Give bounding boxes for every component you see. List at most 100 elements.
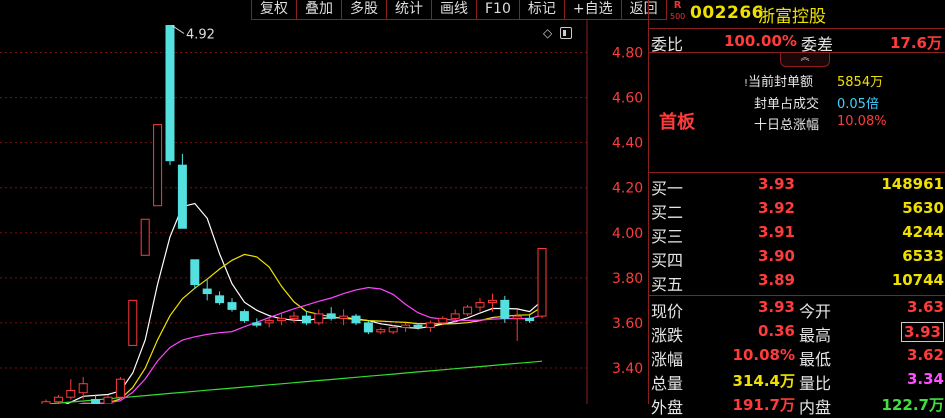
candle-body xyxy=(103,396,113,404)
stat-label: 涨幅 xyxy=(651,350,684,369)
stats-row: 总量 314.4万 量比 3.34 xyxy=(649,370,945,394)
order-book: 买一 3.93 148961 买二 3.92 5630 买三 3.91 4244 买四 3.90 65… xyxy=(649,172,945,296)
order-book-row: 买二 3.92 5630 xyxy=(649,199,945,223)
stat-label: 总量 xyxy=(651,374,684,393)
order-book-row: 买三 3.91 4244 xyxy=(649,223,945,247)
seal-amount-label: !当前封单额 xyxy=(744,75,814,90)
candle-body xyxy=(289,315,299,319)
candle-body xyxy=(252,322,262,326)
candle-body xyxy=(277,317,287,322)
candle-body xyxy=(301,315,311,324)
panel-toggle-icon[interactable] xyxy=(560,27,573,39)
candle-body xyxy=(190,259,200,286)
candle-body xyxy=(450,313,460,319)
candle-body xyxy=(413,324,423,328)
candle-body xyxy=(376,329,386,333)
ten-day-gain-label: 十日总涨幅 xyxy=(754,118,820,133)
candle-body xyxy=(401,324,411,328)
toolbar-button-0[interactable]: 复权 xyxy=(251,0,297,20)
order-price: 3.90 xyxy=(757,247,795,265)
candle-body xyxy=(128,299,138,346)
weibi-value: 100.00% xyxy=(724,32,797,50)
candle-body xyxy=(475,302,485,308)
toolbar-button-5[interactable]: F10 xyxy=(476,0,520,20)
stat-label: 外盘 xyxy=(651,398,684,417)
order-level-label: 买三 xyxy=(651,227,684,246)
r-badge-letter: R xyxy=(673,0,682,11)
candle-body xyxy=(314,313,324,324)
order-price: 3.91 xyxy=(757,223,795,241)
candle-body xyxy=(512,315,522,319)
candle-body xyxy=(177,164,187,229)
y-tick-label: 4.20 xyxy=(612,181,643,197)
stock-header: R 500 002266 浙富控股 xyxy=(649,0,945,29)
order-volume: 10744 xyxy=(891,271,944,289)
stat-value: 3.93 xyxy=(757,298,795,316)
candle-body xyxy=(351,315,361,324)
stat-value: 10.08% xyxy=(732,346,795,364)
candle-body xyxy=(339,315,349,319)
order-book-row: 买一 3.93 148961 xyxy=(649,175,945,199)
first-board-label: 首板 xyxy=(659,112,695,133)
weibi-row: 委比 100.00% 委差 17.6万 xyxy=(649,30,945,54)
toolbar-button-6[interactable]: 标记 xyxy=(518,0,565,20)
stat-value: 3.63 xyxy=(906,298,944,316)
stat-value: 191.7万 xyxy=(732,396,795,414)
candle-body xyxy=(264,320,274,324)
order-volume: 5630 xyxy=(902,199,944,217)
toolbar-button-3[interactable]: 统计 xyxy=(386,0,432,20)
kline-chart[interactable]: 4.804.604.404.204.003.803.603.403.204.92 xyxy=(0,0,648,404)
kline-chart-area[interactable]: 4.804.604.404.204.003.803.603.403.204.92… xyxy=(0,0,667,404)
chart-tool-icons: ◇ xyxy=(543,26,573,40)
order-level-label: 买四 xyxy=(651,251,684,270)
r-badge-sub: 500 xyxy=(670,12,686,21)
candle-body xyxy=(153,124,163,207)
stat-value: 0.36 xyxy=(757,322,795,340)
stat-label: 最低 xyxy=(799,350,832,369)
stat-label: 最高 xyxy=(799,326,832,345)
order-level-label: 买二 xyxy=(651,203,684,222)
stat-label: 涨跌 xyxy=(651,326,684,345)
candle-body xyxy=(115,378,125,398)
ten-day-gain-value: 10.08% xyxy=(837,114,887,129)
chart-toolbar: 复权 叠加 多股 统计 画线 F10 标记 +自选 返回 xyxy=(251,0,667,21)
candle-body xyxy=(202,288,212,295)
toolbar-button-7[interactable]: +自选 xyxy=(563,0,622,20)
y-tick-label: 3.60 xyxy=(612,316,643,332)
stat-value: 3.34 xyxy=(906,370,944,388)
y-tick-label: 4.00 xyxy=(612,226,643,242)
toolbar-button-1[interactable]: 叠加 xyxy=(296,0,342,20)
stock-code: 002266 xyxy=(690,3,764,23)
candle-body xyxy=(438,317,448,324)
candle-body xyxy=(215,295,225,304)
diamond-icon[interactable]: ◇ xyxy=(543,26,552,40)
candle-body xyxy=(500,299,510,319)
stat-value: 3.62 xyxy=(906,346,944,364)
r-badge: R 500 xyxy=(670,0,685,22)
order-volume: 148961 xyxy=(881,175,944,193)
weicha-value: 17.6万 xyxy=(889,34,942,52)
order-price: 3.93 xyxy=(757,175,795,193)
stat-value: 314.4万 xyxy=(732,372,795,390)
y-tick-label: 4.40 xyxy=(612,136,643,152)
order-volume: 4244 xyxy=(902,223,944,241)
high-annotation-label: 4.92 xyxy=(186,27,215,42)
candle-body xyxy=(425,322,435,328)
candle-body xyxy=(363,322,373,333)
candle-body xyxy=(91,398,101,404)
candle-body xyxy=(525,317,535,322)
order-level-label: 买一 xyxy=(651,179,684,198)
toolbar-button-2[interactable]: 多股 xyxy=(341,0,387,20)
stat-label: 内盘 xyxy=(799,398,832,417)
ma-line-10 xyxy=(77,253,543,404)
candle-body xyxy=(463,306,473,315)
stat-label: 今开 xyxy=(799,302,832,321)
toolbar-button-4[interactable]: 画线 xyxy=(431,0,477,20)
double-chevron-up-icon[interactable]: ︽ xyxy=(780,53,830,67)
candle-body xyxy=(66,389,76,398)
candle-body xyxy=(53,396,63,403)
candle-body xyxy=(140,218,150,256)
y-tick-label: 3.80 xyxy=(612,271,643,287)
stats-row: 外盘 191.7万 内盘 122.7万 xyxy=(649,394,945,418)
stat-value: 3.93 xyxy=(900,322,944,342)
